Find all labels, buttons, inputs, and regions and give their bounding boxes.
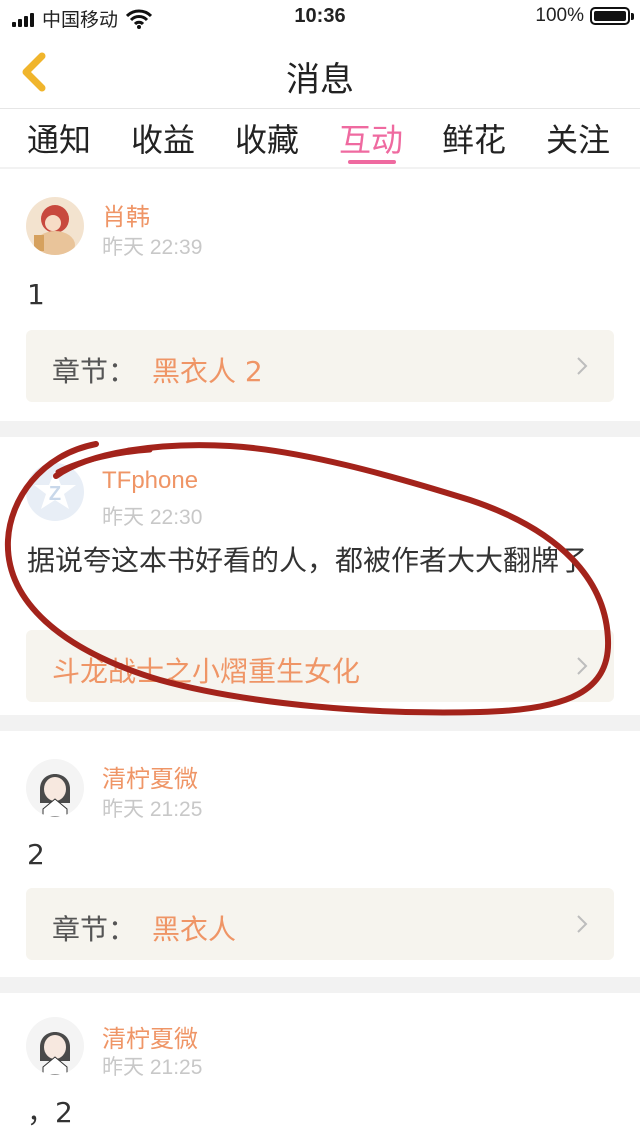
avatar[interactable]: Z [26,463,84,521]
chevron-right-icon [577,357,588,375]
chevron-right-icon [577,915,588,933]
message-card: 清柠夏微 昨天 21:25 ，2 [0,993,640,1139]
tab-favorites[interactable]: 收藏 [235,115,299,161]
message-card: Z TFphone 昨天 22:30 据说夸这本书好看的人，都被作者大大翻牌了 … [0,437,640,715]
tab-bar: 通知 收益 收藏 互动 鲜花 关注 [0,109,640,167]
avatar[interactable] [26,759,84,817]
username[interactable]: 肖韩 [102,197,150,232]
timestamp: 昨天 22:30 [102,506,203,529]
ref-prefix: 章节： [52,913,137,946]
message-text: 2 [27,838,45,871]
message-text: 1 [27,278,45,311]
tab-earnings[interactable]: 收益 [131,115,195,161]
active-tab-indicator [348,160,396,164]
timestamp: 昨天 22:39 [102,236,203,259]
username[interactable]: 清柠夏微 [102,1019,198,1054]
tab-interactions[interactable]: 互动 [339,115,403,161]
svg-text:Z: Z [49,483,61,505]
avatar[interactable] [26,197,84,255]
tab-flowers[interactable]: 鲜花 [442,115,506,161]
status-right: 100% [535,5,634,27]
tab-following[interactable]: 关注 [546,115,610,161]
timestamp: 昨天 21:25 [102,798,203,821]
tab-notifications[interactable]: 通知 [27,115,91,161]
chevron-right-icon [577,657,588,675]
message-text: ，2 [27,1096,73,1129]
status-bar: 中国移动 10:36 100% [0,0,640,34]
message-text: 据说夸这本书好看的人，都被作者大大翻牌了 [27,544,588,577]
battery-icon [590,7,634,25]
ref-title: 黑衣人 [152,913,237,946]
message-card: 清柠夏微 昨天 21:25 2 章节： 黑衣人 [0,731,640,977]
timestamp: 昨天 21:25 [102,1056,203,1079]
ref-prefix: 章节： [52,355,137,388]
book-link[interactable]: 斗龙战士之小熠重生女化 [26,630,614,702]
battery-percent: 100% [535,5,584,26]
page-title: 消息 [286,60,354,100]
ref-title: 黑衣人 2 [152,355,263,388]
chapter-link[interactable]: 章节： 黑衣人 [26,888,614,960]
message-card: 肖韩 昨天 22:39 1 章节： 黑衣人 2 [0,169,640,421]
username[interactable]: 清柠夏微 [102,759,198,794]
avatar[interactable] [26,1017,84,1075]
ref-title: 斗龙战士之小熠重生女化 [52,655,361,688]
username[interactable]: TFphone [102,467,198,495]
nav-bar: 消息 [0,34,640,109]
chapter-link[interactable]: 章节： 黑衣人 2 [26,330,614,402]
